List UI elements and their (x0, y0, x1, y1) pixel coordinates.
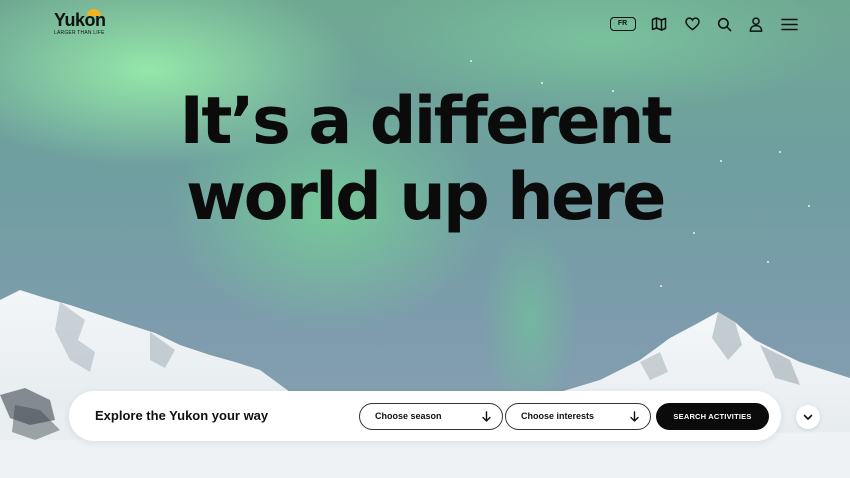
heart-icon (684, 17, 700, 31)
user-icon (749, 16, 763, 32)
yukon-logo[interactable]: Yukon LARGER THAN LIFE (54, 9, 124, 40)
headline-line-1: It’s a different (179, 84, 673, 159)
logo-sun-icon (87, 9, 101, 16)
scroll-down-button[interactable] (796, 405, 820, 429)
search-icon (717, 17, 731, 31)
map-button[interactable] (642, 14, 676, 34)
language-toggle[interactable]: FR (606, 14, 636, 34)
interests-select-label: Choose interests (521, 411, 595, 421)
arrow-down-icon (482, 411, 491, 422)
hero-headline: It’s a different world up here (0, 84, 850, 236)
search-bar-title: Explore the Yukon your way (95, 408, 269, 423)
season-select[interactable]: Choose season (359, 403, 503, 430)
map-icon (651, 17, 667, 31)
logo-tagline: LARGER THAN LIFE (54, 30, 105, 36)
language-label: FR (609, 17, 636, 31)
arrow-down-icon (630, 411, 639, 422)
chevron-down-icon (803, 414, 813, 420)
menu-icon (780, 18, 798, 30)
search-activities-button[interactable]: SEARCH ACTIVITIES (656, 403, 769, 430)
favorites-button[interactable] (676, 14, 708, 34)
top-nav: FR (606, 14, 806, 34)
account-button[interactable] (740, 14, 772, 34)
activity-search-bar: Explore the Yukon your way Choose season… (69, 391, 781, 441)
season-select-label: Choose season (375, 411, 442, 421)
search-button[interactable] (708, 14, 740, 34)
interests-select[interactable]: Choose interests (505, 403, 651, 430)
menu-button[interactable] (772, 14, 806, 34)
headline-line-2: world up here (186, 160, 666, 235)
